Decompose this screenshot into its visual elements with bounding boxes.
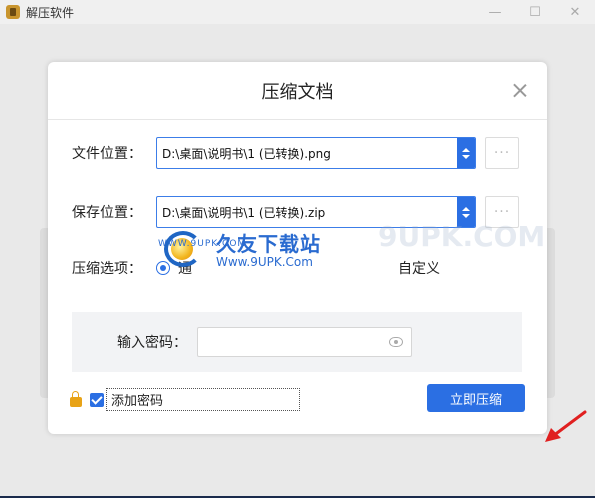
compress-options-row: 压缩选项： 通 自定义 xyxy=(72,258,440,278)
save-browse-button[interactable]: ··· xyxy=(485,196,519,228)
file-browse-button[interactable]: ··· xyxy=(485,137,519,169)
title-bar: 解压软件 — ☐ ✕ xyxy=(0,0,595,24)
dialog-title: 压缩文档 xyxy=(261,81,334,103)
chevron-up-icon xyxy=(462,147,470,152)
chevron-up-icon xyxy=(462,206,470,211)
radio-custom-label[interactable]: 自定义 xyxy=(398,258,440,278)
password-input[interactable] xyxy=(198,329,389,355)
add-password-row: 添加密码 xyxy=(70,388,300,411)
radio-default[interactable] xyxy=(156,261,170,275)
save-location-row: 保存位置： D:\桌面\说明书\1 (已转换).zip ··· xyxy=(72,196,519,228)
compress-options-group: 通 自定义 xyxy=(156,258,440,278)
maximize-button[interactable]: ☐ xyxy=(515,0,555,24)
save-location-combo[interactable]: D:\桌面\说明书\1 (已转换).zip xyxy=(156,196,476,228)
password-panel: 输入密码： xyxy=(72,312,522,372)
dialog-header: 压缩文档 xyxy=(48,62,547,120)
save-location-label: 保存位置： xyxy=(72,205,142,221)
file-location-row: 文件位置： D:\桌面\说明书\1 (已转换).png ··· xyxy=(72,137,519,169)
app-icon xyxy=(6,5,20,19)
password-field[interactable] xyxy=(197,327,412,357)
chevron-down-icon xyxy=(462,154,470,159)
file-location-value: D:\桌面\说明书\1 (已转换).png xyxy=(162,146,331,161)
save-location-spinner[interactable] xyxy=(457,197,475,227)
radio-default-label: 通 xyxy=(178,261,192,277)
close-icon[interactable] xyxy=(513,83,527,97)
file-location-label: 文件位置： xyxy=(72,146,142,162)
eye-icon[interactable] xyxy=(389,337,403,347)
file-location-combo[interactable]: D:\桌面\说明书\1 (已转换).png xyxy=(156,137,476,169)
save-location-value: D:\桌面\说明书\1 (已转换).zip xyxy=(162,205,326,220)
app-title: 解压软件 xyxy=(26,5,75,20)
window-controls: — ☐ ✕ xyxy=(475,0,595,24)
minimize-button[interactable]: — xyxy=(475,0,515,24)
compress-now-button[interactable]: 立即压缩 xyxy=(427,384,525,412)
lock-icon xyxy=(70,390,82,407)
chevron-down-icon xyxy=(462,213,470,218)
compress-dialog: 压缩文档 文件位置： D:\桌面\说明书\1 (已转换).png ··· 保存位… xyxy=(48,62,587,442)
password-label: 输入密码： xyxy=(117,335,187,351)
file-location-spinner[interactable] xyxy=(457,138,475,168)
red-arrow-icon xyxy=(545,410,587,442)
close-window-button[interactable]: ✕ xyxy=(555,0,595,24)
add-password-label[interactable]: 添加密码 xyxy=(106,388,300,411)
add-password-checkbox[interactable] xyxy=(90,392,104,407)
compress-options-label: 压缩选项： xyxy=(72,261,142,277)
